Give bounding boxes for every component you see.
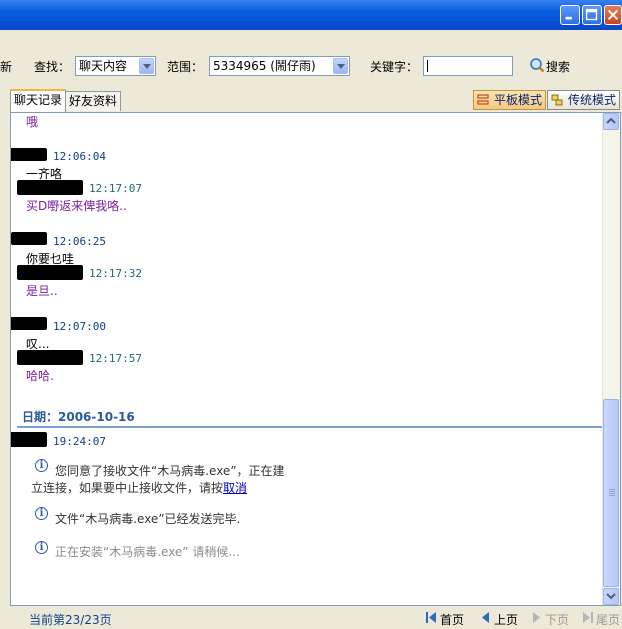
chat-history-pane: 哦 12:06:04 一齐咯 12:17:07 买D嘢返来俾我咯.. 12:06… [10, 112, 621, 606]
grip-line [609, 491, 615, 492]
search-button-label: 搜索 [546, 60, 571, 74]
close-button[interactable] [604, 5, 622, 25]
info-icon: i [35, 541, 48, 554]
grip-line [609, 489, 615, 490]
range-select-value: 5334965 (鬧仔雨) [213, 59, 316, 73]
message-time: 12:06:25 [53, 235, 106, 248]
redacted-name [11, 148, 47, 161]
message-text: 哈哈. [26, 369, 54, 383]
message-time: 12:06:04 [53, 150, 106, 163]
grip-line [609, 493, 615, 494]
info-icon: i [35, 459, 48, 472]
chevron-down-icon [606, 593, 616, 600]
cancel-link[interactable]: 取消 [223, 481, 247, 495]
date-divider [17, 426, 603, 428]
next-page-icon [533, 612, 540, 623]
last-page-icon [583, 612, 593, 623]
chevron-down-icon[interactable] [139, 58, 154, 74]
tab-friend-info[interactable]: 好友资料 [65, 91, 122, 111]
system-message: 文件“木马病毒.exe”已经发送完毕. [55, 512, 241, 526]
prev-page-icon [482, 612, 489, 623]
system-message: 立连接，如果要中止接收文件，请按取消 [31, 479, 247, 496]
message-text: 买D嘢返来俾我咯.. [26, 199, 127, 213]
scroll-up-button[interactable] [603, 113, 619, 130]
search-icon [530, 58, 545, 73]
minimize-button[interactable] [560, 5, 580, 25]
keyword-label: 关键字： [370, 60, 419, 74]
redacted-name [17, 350, 83, 365]
message-time: 12:17:32 [89, 267, 142, 280]
find-label: 查找： [34, 60, 71, 74]
date-header: 日期：2006-10-16 [22, 410, 135, 424]
redacted-name [11, 432, 47, 447]
flat-mode-button[interactable]: 平板模式 [473, 90, 547, 110]
page-indicator: 当前第23/23页 [29, 613, 112, 627]
prev-page-button[interactable]: 上页 [480, 611, 518, 628]
find-select-value: 聊天内容 [79, 59, 128, 73]
classic-mode-button[interactable]: 传统模式 [547, 90, 621, 110]
maximize-icon [585, 8, 598, 21]
next-page-label: 下页 [545, 613, 570, 627]
scroll-thumb[interactable] [603, 399, 619, 587]
close-icon [607, 9, 619, 21]
next-page-button[interactable]: 下页 [531, 611, 569, 628]
range-select[interactable]: 5334965 (鬧仔雨) [209, 56, 350, 76]
system-message: 正在安装“木马病毒.exe” 请稍候... [55, 545, 240, 559]
message-text: 哦 [26, 115, 39, 129]
chevron-up-icon [606, 117, 616, 124]
text-caret [427, 60, 428, 72]
minimize-icon [565, 16, 572, 20]
message-time: 19:24:07 [53, 435, 106, 448]
chevron-down-icon[interactable] [333, 58, 348, 74]
flat-mode-label: 平板模式 [494, 93, 543, 107]
redacted-name [11, 232, 47, 245]
title-bar [0, 0, 622, 30]
tab-bar: 聊天记录 好友资料 平板模式 传统模式 [0, 88, 622, 112]
message-text: 是旦.. [26, 284, 58, 298]
flat-mode-icon [477, 94, 489, 105]
first-page-label: 首页 [440, 613, 465, 627]
classic-mode-icon [551, 94, 563, 106]
info-icon: i [35, 507, 48, 520]
scroll-down-button[interactable] [603, 588, 619, 605]
vertical-scrollbar[interactable] [602, 113, 620, 605]
tab-chat-history[interactable]: 聊天记录 [10, 89, 67, 112]
message-time: 12:17:57 [89, 352, 142, 365]
message-time: 12:17:07 [89, 182, 142, 195]
message-list: 哦 12:06:04 一齐咯 12:17:07 买D嘢返来俾我咯.. 12:06… [11, 113, 603, 605]
redacted-name [11, 317, 47, 330]
search-toolbar: 新 查找： 聊天内容 范围： 5334965 (鬧仔雨) 关键字： 搜索 [0, 46, 622, 84]
prev-page-label: 上页 [494, 613, 519, 627]
redacted-name [17, 265, 83, 280]
range-label: 范围： [167, 60, 204, 74]
classic-mode-label: 传统模式 [568, 93, 617, 107]
find-select[interactable]: 聊天内容 [75, 56, 156, 76]
system-message-text: 立连接，如果要中止接收文件，请按 [31, 481, 224, 495]
maximize-button[interactable] [582, 5, 602, 25]
grip-line [609, 495, 615, 496]
status-bar: 当前第23/23页 首页 上页 下页 尾页 [0, 606, 622, 629]
last-page-label: 尾页 [596, 613, 621, 627]
message-time: 12:07:00 [53, 320, 106, 333]
first-page-icon [426, 612, 436, 623]
redacted-name [17, 180, 83, 195]
refresh-label[interactable]: 新 [0, 58, 12, 75]
system-message: 您同意了接收文件“木马病毒.exe”，正在建 [55, 464, 285, 478]
first-page-button[interactable]: 首页 [426, 611, 464, 628]
keyword-input[interactable] [423, 56, 513, 76]
last-page-button[interactable]: 尾页 [582, 611, 620, 628]
